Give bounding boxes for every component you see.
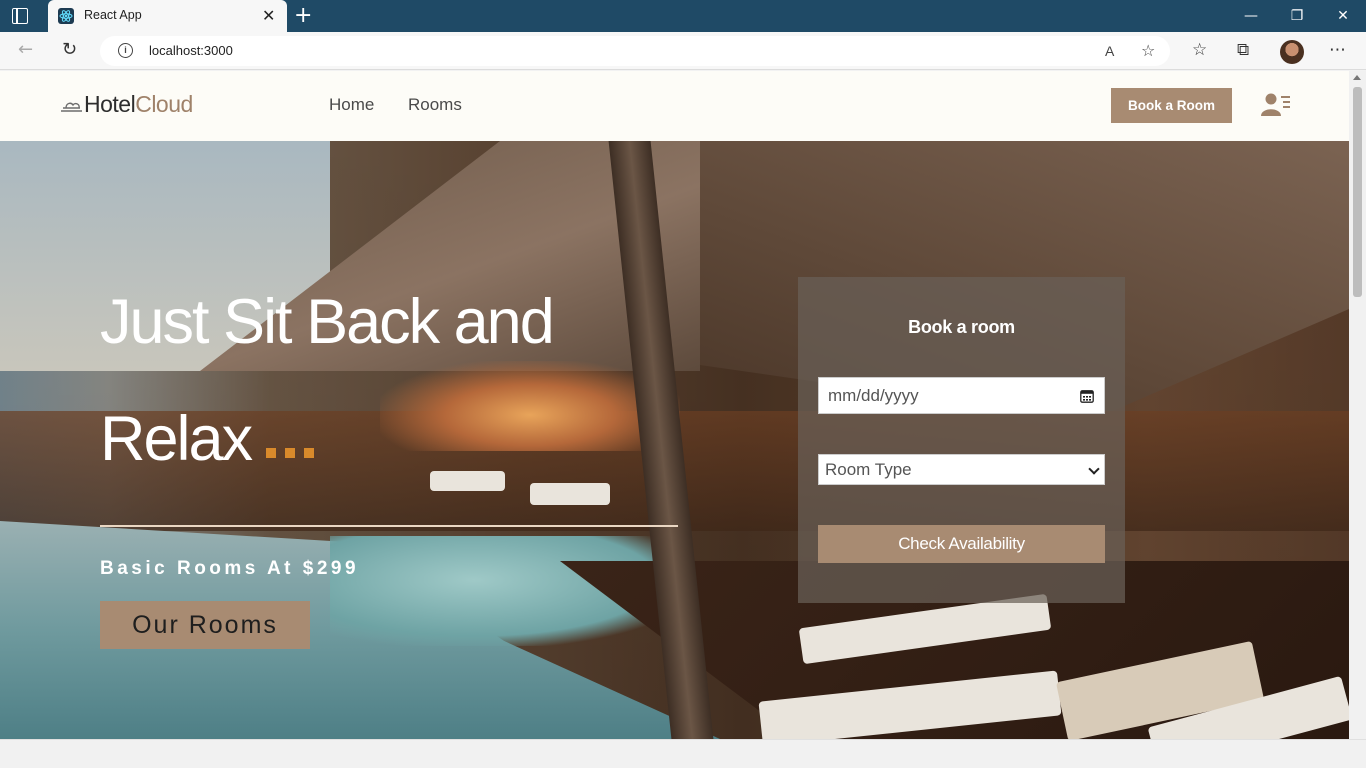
page-content: HotelCloud Home Rooms Book a Room Just S… — [0, 71, 1349, 739]
logo-cloud: Cloud — [135, 91, 193, 117]
tab-title: React App — [84, 8, 142, 22]
hero-dot — [266, 448, 276, 458]
new-tab-button[interactable]: + — [294, 3, 312, 28]
date-placeholder: mm/dd/yyyy — [828, 386, 919, 405]
scroll-thumb[interactable] — [1353, 87, 1362, 297]
bottom-strip — [0, 739, 1366, 768]
restore-button[interactable]: ❐ — [1274, 0, 1320, 32]
browser-tab[interactable]: React App ✕ — [48, 0, 287, 32]
url-text[interactable]: localhost:3000 — [149, 43, 233, 58]
nav-link-home[interactable]: Home — [329, 95, 374, 115]
hero-title-line1: Just Sit Back and — [100, 287, 555, 357]
hero-dot — [285, 448, 295, 458]
cloud-logo-icon — [61, 102, 82, 112]
chevron-down-icon — [1088, 463, 1100, 475]
refresh-icon[interactable]: ↻ — [62, 39, 77, 60]
more-options-icon[interactable]: ⋯ — [1329, 40, 1346, 60]
hero-subtitle: Basic Rooms At $299 — [100, 558, 360, 579]
vertical-scrollbar[interactable] — [1349, 71, 1366, 762]
hero-bg-lounger — [530, 483, 610, 505]
calendar-icon[interactable] — [1080, 389, 1094, 403]
site-navbar: HotelCloud Home Rooms Book a Room — [0, 71, 1349, 141]
check-availability-button[interactable]: Check Availability — [818, 525, 1105, 563]
tab-close-icon[interactable]: ✕ — [262, 6, 275, 25]
back-arrow-icon[interactable]: ← — [18, 39, 33, 60]
user-menu-icon[interactable] — [1261, 93, 1291, 121]
tab-actions-icon[interactable] — [12, 8, 28, 24]
browser-titlebar: React App ✕ + — ❐ ✕ — [0, 0, 1366, 32]
hero-dot — [304, 448, 314, 458]
room-type-value: Room Type — [825, 460, 912, 479]
address-bar-row: ← ↻ i localhost:3000 A ☆ — [0, 32, 1366, 70]
scroll-up-arrow-icon[interactable] — [1353, 75, 1361, 80]
hero-bg-lounger — [430, 471, 505, 491]
book-room-button[interactable]: Book a Room — [1111, 88, 1232, 123]
logo-text: HotelCloud — [84, 91, 193, 118]
booking-card: Book a room mm/dd/yyyy Room Type Check A… — [798, 277, 1125, 603]
react-favicon-icon — [58, 8, 74, 24]
favorites-icon[interactable]: ☆ — [1192, 40, 1207, 60]
logo-hotel: Hotel — [84, 91, 136, 117]
collections-icon[interactable]: ⧉ — [1237, 40, 1249, 60]
room-type-select[interactable]: Room Type — [818, 454, 1105, 485]
hero-section: Just Sit Back and Relax Basic Rooms At $… — [0, 141, 1349, 739]
add-favorite-icon[interactable]: ☆ — [1141, 41, 1155, 60]
hero-title-line2: Relax — [100, 404, 253, 474]
minimize-button[interactable]: — — [1228, 0, 1274, 32]
our-rooms-button[interactable]: Our Rooms — [100, 601, 310, 649]
profile-avatar[interactable] — [1280, 40, 1304, 64]
date-field[interactable]: mm/dd/yyyy — [818, 377, 1105, 414]
site-info-icon[interactable]: i — [118, 43, 133, 58]
close-window-button[interactable]: ✕ — [1320, 0, 1366, 32]
url-field[interactable]: i localhost:3000 A ☆ — [100, 36, 1170, 66]
nav-link-rooms[interactable]: Rooms — [408, 95, 462, 115]
hero-divider — [100, 525, 678, 527]
booking-title: Book a room — [908, 317, 1015, 337]
read-aloud-icon[interactable]: A — [1105, 43, 1114, 59]
